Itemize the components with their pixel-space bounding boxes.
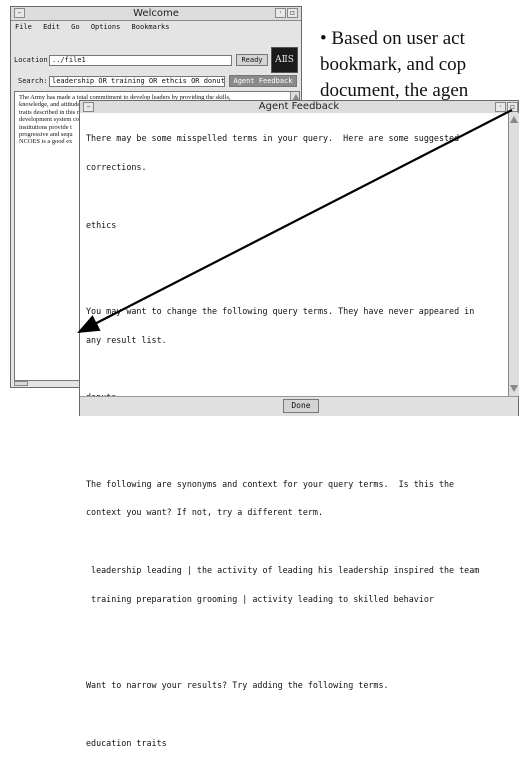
search-label: Search:	[18, 77, 48, 85]
scroll-down-arrow-icon[interactable]	[510, 385, 518, 392]
feedback-line: Want to narrow your results? Try adding …	[86, 680, 389, 691]
feedback-line: any result list.	[86, 334, 167, 345]
feedback-line	[86, 278, 479, 288]
maximize-button[interactable]: ▫	[287, 8, 298, 18]
feedback-line	[86, 537, 479, 547]
feedback-line: corrections.	[86, 161, 147, 172]
feedback-line	[86, 364, 479, 374]
feedback-line	[86, 652, 479, 662]
feedback-line: ethics	[86, 219, 117, 230]
status-indicator: Ready	[236, 54, 268, 66]
menu-bookmarks[interactable]: Bookmarks	[132, 23, 170, 31]
window-menu-button[interactable]: –	[83, 102, 94, 112]
feedback-line: training preparation grooming | activity…	[86, 593, 434, 604]
location-label: Location:	[14, 56, 52, 64]
feedback-line: The following are synonyms and context f…	[86, 478, 455, 489]
menu-bar: File Edit Go Options Bookmarks	[11, 21, 301, 34]
window-menu-button[interactable]: –	[14, 8, 25, 18]
slide-line: • Based on user act	[320, 28, 465, 49]
welcome-titlebar[interactable]: – Welcome · ▫	[11, 7, 301, 21]
feedback-footer: Done	[80, 396, 518, 416]
menu-go[interactable]: Go	[71, 23, 79, 31]
feedback-line	[86, 422, 479, 432]
menu-file[interactable]: File	[15, 23, 32, 31]
done-button[interactable]: Done	[283, 399, 319, 413]
feedback-line: education traits	[86, 737, 167, 748]
menu-edit[interactable]: Edit	[43, 23, 60, 31]
logo-text: AⅡS	[275, 55, 294, 65]
agent-feedback-window: – Agent Feedback · ▫ There may be some m…	[79, 100, 519, 747]
feedback-line	[86, 451, 479, 461]
minimize-button[interactable]: ·	[495, 102, 506, 112]
window-title: Welcome	[133, 8, 179, 19]
location-field[interactable]: ../file1	[49, 55, 232, 66]
feedback-line: leadership leading | the activity of lea…	[86, 564, 480, 575]
slide-line: bookmark, and cop	[320, 54, 467, 75]
feedback-line: There may be some misspelled terms in yo…	[86, 133, 460, 144]
maximize-button[interactable]: ▫	[507, 102, 518, 112]
menu-options[interactable]: Options	[91, 23, 121, 31]
feedback-text: There may be some misspelled terms in yo…	[86, 115, 479, 767]
feedback-content: There may be some misspelled terms in yo…	[80, 113, 519, 747]
search-input[interactable]: leadership OR training OR ethcis OR donu…	[49, 76, 225, 87]
app-logo: AⅡS	[271, 47, 298, 73]
feedback-line	[86, 623, 479, 633]
feedback-line	[86, 249, 479, 259]
feedback-line	[86, 710, 479, 720]
scroll-up-arrow-icon[interactable]	[510, 116, 518, 123]
feedback-line	[86, 192, 479, 202]
feedback-line: You may want to change the following que…	[86, 305, 475, 316]
horizontal-scrollbar[interactable]	[14, 381, 28, 386]
agent-feedback-button[interactable]: Agent Feedback	[229, 75, 297, 87]
feedback-title: Agent Feedback	[258, 101, 340, 112]
feedback-scrollbar[interactable]	[508, 113, 519, 396]
minimize-button[interactable]: ·	[275, 8, 286, 18]
feedback-line: context you want? If not, try a differen…	[86, 507, 323, 518]
